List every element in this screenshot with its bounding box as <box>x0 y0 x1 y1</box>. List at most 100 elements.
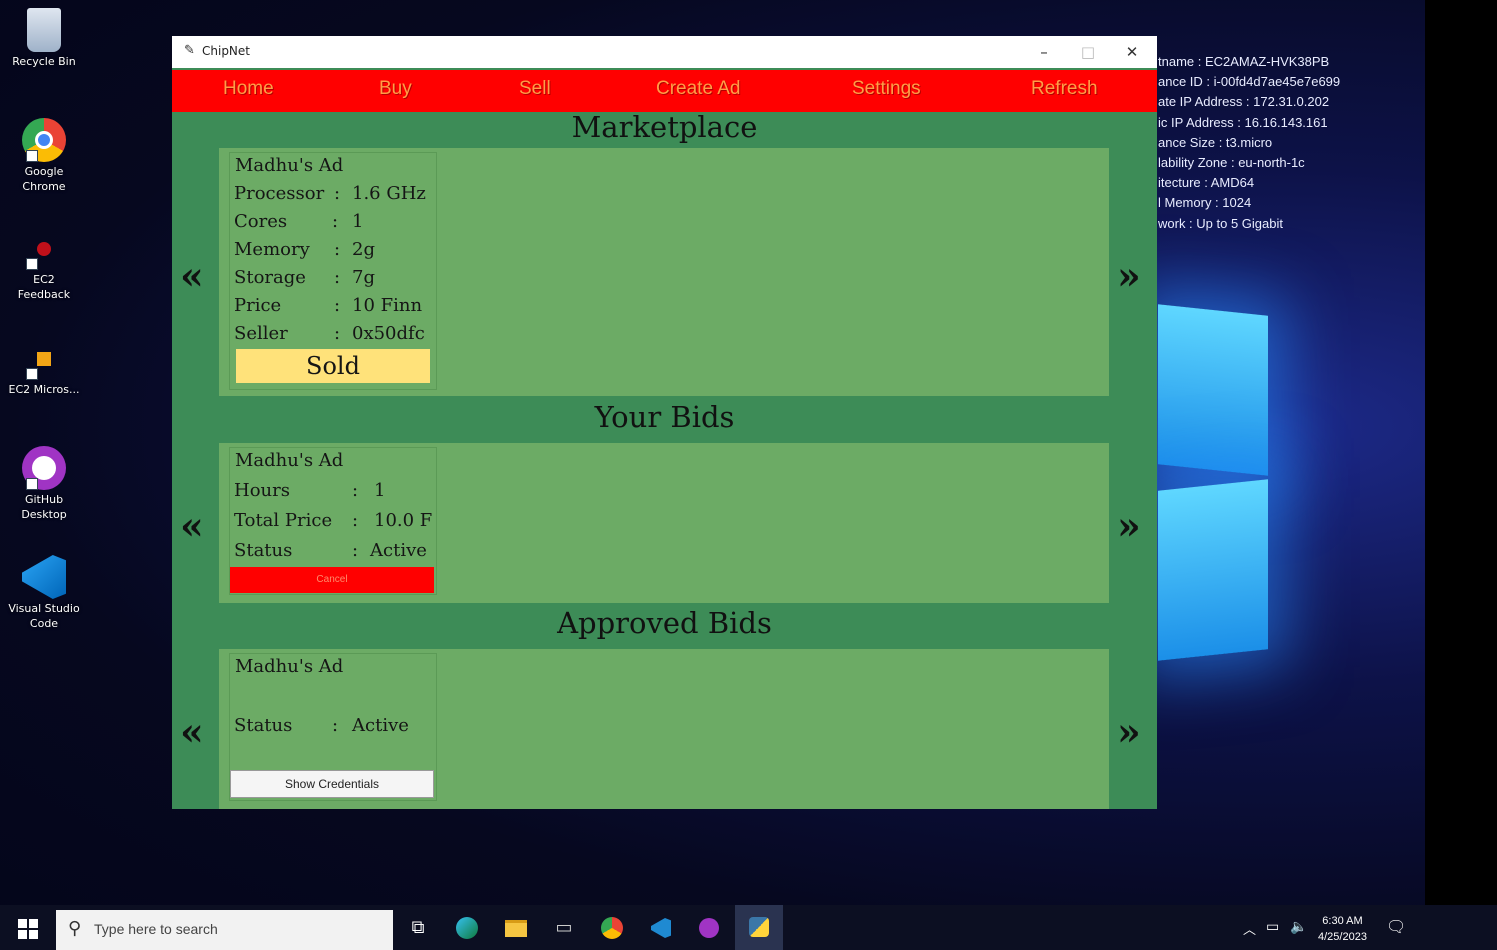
row-key: Memory <box>234 239 310 260</box>
row-value: 1 <box>352 211 364 232</box>
edge-icon[interactable] <box>454 915 480 941</box>
approved-bids-next-button[interactable]: » <box>1117 709 1141 754</box>
task-view-icon[interactable]: ⧉ <box>405 915 431 941</box>
row-value: Active <box>370 540 427 561</box>
approved-row-status: Status: Active <box>234 715 409 736</box>
bid-card: Madhu's Ad Hours:1 Total Price:10.0 F St… <box>229 447 437 595</box>
sysinfo-line: work : Up to 5 Gigabit <box>1158 215 1283 231</box>
window-title: ChipNet <box>202 44 250 58</box>
row-value: 10 Finn <box>352 295 423 316</box>
network-icon[interactable]: ▭ <box>1266 918 1279 935</box>
desktop-icon-github-desktop[interactable]: GitHub Desktop <box>8 446 80 522</box>
desktop-icon-google-chrome[interactable]: Google Chrome <box>8 118 80 194</box>
windows-logo-wallpaper <box>1158 280 1270 661</box>
taskbar: ⚲ Type here to search ⧉ ▭ ︿ ▭ 🔈 6:30 AM … <box>0 905 1497 950</box>
sold-button[interactable]: Sold <box>236 349 430 383</box>
bid-row-total-price: Total Price:10.0 F <box>234 510 432 531</box>
sysinfo-line: lability Zone : eu-north-1c <box>1158 155 1305 171</box>
sysinfo-line: ance Size : t3.micro <box>1158 134 1273 150</box>
vscode-icon <box>22 555 66 599</box>
file-explorer-icon[interactable] <box>503 915 529 941</box>
shortcut-arrow-icon <box>26 150 38 162</box>
row-sep: : <box>334 295 341 316</box>
approved-bid-card: Madhu's Ad Status: Active Show Credential… <box>229 653 437 801</box>
marketplace-heading: Marketplace <box>571 110 758 144</box>
row-value: 1.6 GHz <box>352 183 426 204</box>
desktop-icon-ec2-micros[interactable]: EC2 Micros... <box>8 350 80 397</box>
close-button[interactable]: ✕ <box>1110 38 1154 66</box>
shortcut-arrow-icon <box>26 478 38 490</box>
start-button[interactable] <box>18 919 38 939</box>
desktop-icon-recycle-bin[interactable]: Recycle Bin <box>8 8 80 69</box>
marketplace-panel: Madhu's Ad Processor:1.6 GHz Cores:1 Mem… <box>219 148 1109 396</box>
sysinfo-line: ic IP Address : 16.16.143.161 <box>1158 114 1328 130</box>
chrome-taskbar-icon[interactable] <box>599 915 625 941</box>
desktop-icon-label: Recycle Bin <box>12 55 76 68</box>
row-value: Active <box>352 715 409 736</box>
row-sep: : <box>334 267 341 288</box>
ad-title: Madhu's Ad <box>235 155 344 176</box>
approved-bids-panel: Madhu's Ad Status: Active Show Credential… <box>219 649 1109 809</box>
row-sep: : <box>334 183 341 204</box>
feedback-icon <box>22 240 66 270</box>
cancel-bid-button[interactable]: Cancel <box>230 567 434 593</box>
terminal-icon[interactable]: ▭ <box>551 915 577 941</box>
row-key: Total Price <box>234 510 333 531</box>
menu-buy[interactable]: Buy <box>379 78 412 100</box>
ad-row-processor: Processor:1.6 GHz <box>234 183 426 204</box>
your-bids-prev-button[interactable]: « <box>180 503 204 548</box>
row-key: Status <box>234 540 293 561</box>
row-value: 7g <box>352 267 375 288</box>
desktop-icon-ec2-feedback[interactable]: EC2 Feedback <box>8 240 80 302</box>
row-sep: : <box>334 239 341 260</box>
row-key: Price <box>234 295 282 316</box>
sysinfo-line: ate IP Address : 172.31.0.202 <box>1158 94 1330 110</box>
menu-sell[interactable]: Sell <box>519 78 551 100</box>
row-value: 0x50dfc <box>352 323 425 344</box>
menu-settings[interactable]: Settings <box>852 78 921 100</box>
minimize-button[interactable]: – <box>1022 38 1066 66</box>
marketplace-prev-button[interactable]: « <box>180 253 204 298</box>
row-key: Hours <box>234 480 290 501</box>
row-sep: : <box>332 211 339 232</box>
row-key: Status <box>234 715 293 736</box>
notifications-icon[interactable]: 🗨 <box>1386 917 1406 937</box>
show-credentials-button[interactable]: Show Credentials <box>230 770 434 798</box>
volume-icon[interactable]: 🔈 <box>1290 918 1307 935</box>
row-key: Cores <box>234 211 288 232</box>
row-value: 2g <box>352 239 375 260</box>
desktop-icon-visual-studio-code[interactable]: Visual Studio Code <box>8 555 80 631</box>
screen-edge <box>1425 0 1497 905</box>
recycle-bin-icon <box>27 8 61 52</box>
desktop-icon-label: GitHub Desktop <box>21 493 67 521</box>
maximize-button[interactable]: □ <box>1066 38 1110 66</box>
desktop-icon-label: EC2 Feedback <box>17 273 71 301</box>
your-bids-next-button[interactable]: » <box>1117 503 1141 548</box>
marketplace-next-button[interactable]: » <box>1117 253 1141 298</box>
your-bids-panel: Madhu's Ad Hours:1 Total Price:10.0 F St… <box>219 443 1109 603</box>
clock-time: 6:30 AM <box>1322 915 1363 927</box>
github-taskbar-icon[interactable] <box>696 915 722 941</box>
menu-home[interactable]: Home <box>223 78 274 100</box>
marketplace-ad-card: Madhu's Ad Processor:1.6 GHz Cores:1 Mem… <box>229 152 437 390</box>
ad-row-cores: Cores:1 <box>234 211 363 232</box>
github-icon <box>22 446 66 490</box>
menu-create-ad[interactable]: Create Ad <box>656 78 741 100</box>
vscode-taskbar-icon[interactable] <box>648 915 674 941</box>
clock[interactable]: 6:30 AM 4/25/2023 <box>1318 913 1367 945</box>
search-box[interactable]: ⚲ Type here to search <box>56 910 393 950</box>
desktop-icon-label: EC2 Micros... <box>8 383 80 396</box>
python-taskbar-icon[interactable] <box>735 905 783 950</box>
search-placeholder: Type here to search <box>94 921 218 937</box>
row-key: Seller <box>234 323 288 344</box>
approved-bids-prev-button[interactable]: « <box>180 709 204 754</box>
row-sep: : <box>332 715 339 736</box>
your-bids-heading: Your Bids <box>594 400 735 434</box>
show-hidden-icons[interactable]: ︿ <box>1243 919 1256 938</box>
ad-row-storage: Storage:7g <box>234 267 375 288</box>
search-icon: ⚲ <box>68 918 82 939</box>
row-sep: : <box>352 540 359 561</box>
bid-title: Madhu's Ad <box>235 450 344 471</box>
title-bar[interactable]: ✎ ChipNet – □ ✕ <box>172 36 1157 68</box>
menu-refresh[interactable]: Refresh <box>1031 78 1098 100</box>
